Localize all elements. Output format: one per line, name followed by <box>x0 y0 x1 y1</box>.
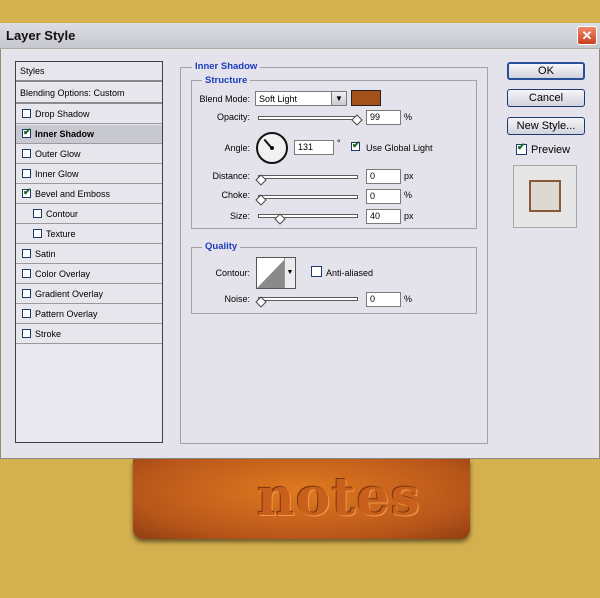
style-item-label: Outer Glow <box>35 149 81 159</box>
opacity-input[interactable]: 99 <box>366 110 401 125</box>
size-slider[interactable] <box>258 214 358 218</box>
angle-dial[interactable] <box>256 132 288 164</box>
style-item-label: Pattern Overlay <box>35 309 98 319</box>
noise-label: Noise: <box>224 294 250 304</box>
contour-curve-icon <box>257 258 286 288</box>
structure-title: Structure <box>202 75 251 86</box>
preview-thumbnail <box>513 165 577 228</box>
angle-label: Angle: <box>224 143 250 153</box>
style-item-satin[interactable]: Satin <box>16 245 162 264</box>
style-item-label: Contour <box>46 209 79 219</box>
style-checkbox[interactable] <box>22 329 31 338</box>
style-item-contour[interactable]: Contour <box>16 205 162 224</box>
style-checkbox[interactable]: ✔ <box>22 127 32 138</box>
distance-unit: px <box>404 171 414 181</box>
close-button[interactable]: ✕ <box>577 26 597 45</box>
opacity-unit: % <box>404 112 413 122</box>
style-item-label: Satin <box>35 249 56 259</box>
angle-input[interactable]: 131 <box>294 140 334 155</box>
check-icon: ✔ <box>23 187 32 198</box>
choke-unit: % <box>404 190 413 200</box>
style-item-label: Color Overlay <box>35 269 91 279</box>
style-item-label: Bevel and Emboss <box>35 189 111 199</box>
size-unit: px <box>404 211 414 221</box>
anti-aliased-label: Anti-aliased <box>326 268 374 278</box>
style-item-label: Inner Shadow <box>35 129 95 139</box>
leather-patch-image: notes <box>133 459 470 539</box>
style-item-pattern-overlay[interactable]: Pattern Overlay <box>16 305 162 324</box>
style-item-label: Stroke <box>35 329 62 339</box>
angle-unit: ° <box>337 138 341 148</box>
cancel-button[interactable]: Cancel <box>507 89 585 107</box>
style-item-bevel-and-emboss[interactable]: ✔ Bevel and Emboss <box>16 185 162 204</box>
blending-options-item[interactable]: Blending Options: Custom <box>16 84 162 104</box>
style-checkbox[interactable] <box>33 229 42 238</box>
check-icon: ✔ <box>352 140 361 151</box>
noise-input[interactable]: 0 <box>366 292 401 307</box>
style-item-color-overlay[interactable]: Color Overlay <box>16 265 162 284</box>
style-checkbox[interactable] <box>22 169 31 178</box>
style-checkbox[interactable] <box>22 289 31 298</box>
anti-aliased-checkbox[interactable] <box>311 266 322 277</box>
chevron-down-icon: ▼ <box>331 92 346 105</box>
style-item-drop-shadow[interactable]: Drop Shadow <box>16 105 162 124</box>
title-bar[interactable]: Layer Style ✕ <box>0 23 600 49</box>
size-label: Size: <box>229 211 250 221</box>
choke-label: Choke: <box>221 190 250 200</box>
notes-embossed-text: notes <box>257 467 421 528</box>
styles-list: Styles Blending Options: Custom Drop Sha… <box>15 61 163 443</box>
styles-header[interactable]: Styles <box>16 62 162 82</box>
preview-swatch <box>529 180 561 212</box>
shadow-color-swatch[interactable] <box>351 90 381 106</box>
style-item-texture[interactable]: Texture <box>16 225 162 244</box>
new-style-button[interactable]: New Style... <box>507 117 585 135</box>
preview-checkbox[interactable]: ✔ <box>516 142 527 155</box>
noise-unit: % <box>404 294 413 304</box>
choke-slider[interactable] <box>258 195 358 199</box>
blend-mode-label: Blend Mode: <box>199 94 250 104</box>
distance-slider[interactable] <box>258 175 358 179</box>
styles-header-label: Styles <box>20 66 45 76</box>
dialog-title: Layer Style <box>6 28 76 43</box>
style-checkbox[interactable] <box>22 249 31 258</box>
style-item-stroke[interactable]: Stroke <box>16 325 162 344</box>
check-icon: ✔ <box>23 127 32 138</box>
style-checkbox[interactable] <box>33 209 42 218</box>
distance-label: Distance: <box>212 171 250 181</box>
style-item-label: Inner Glow <box>35 169 79 179</box>
style-item-inner-shadow[interactable]: ✔ Inner Shadow <box>16 125 162 144</box>
noise-slider[interactable] <box>258 297 358 301</box>
opacity-label: Opacity: <box>216 112 250 122</box>
style-checkbox[interactable] <box>22 149 31 158</box>
style-checkbox[interactable]: ✔ <box>22 187 32 198</box>
quality-title: Quality <box>202 241 241 252</box>
use-global-light-checkbox[interactable]: ✔ <box>351 140 361 151</box>
style-item-gradient-overlay[interactable]: Gradient Overlay <box>16 285 162 304</box>
chevron-down-icon: ▼ <box>284 258 295 288</box>
style-item-label: Gradient Overlay <box>35 289 104 299</box>
contour-picker[interactable]: ▼ <box>256 257 296 289</box>
style-checkbox[interactable] <box>22 109 31 118</box>
style-item-outer-glow[interactable]: Outer Glow <box>16 145 162 164</box>
blend-mode-select[interactable]: Soft Light ▼ <box>255 91 347 106</box>
check-icon: ✔ <box>517 142 526 153</box>
size-input[interactable]: 40 <box>366 209 401 224</box>
ok-button[interactable]: OK <box>507 62 585 80</box>
preview-label: Preview <box>531 144 571 156</box>
distance-input[interactable]: 0 <box>366 169 401 184</box>
use-global-light-label: Use Global Light <box>366 143 433 153</box>
style-checkbox[interactable] <box>22 309 31 318</box>
style-item-label: Texture <box>46 229 76 239</box>
choke-input[interactable]: 0 <box>366 189 401 204</box>
style-item-inner-glow[interactable]: Inner Glow <box>16 165 162 184</box>
blend-mode-value: Soft Light <box>259 94 298 104</box>
angle-indicator <box>263 139 273 150</box>
style-item-label: Drop Shadow <box>35 109 90 119</box>
close-icon: ✕ <box>581 28 593 43</box>
opacity-slider[interactable] <box>258 116 358 120</box>
style-checkbox[interactable] <box>22 269 31 278</box>
inner-shadow-title: Inner Shadow <box>192 61 261 72</box>
blending-options-label: Blending Options: Custom <box>20 88 125 98</box>
contour-label: Contour: <box>215 268 250 278</box>
